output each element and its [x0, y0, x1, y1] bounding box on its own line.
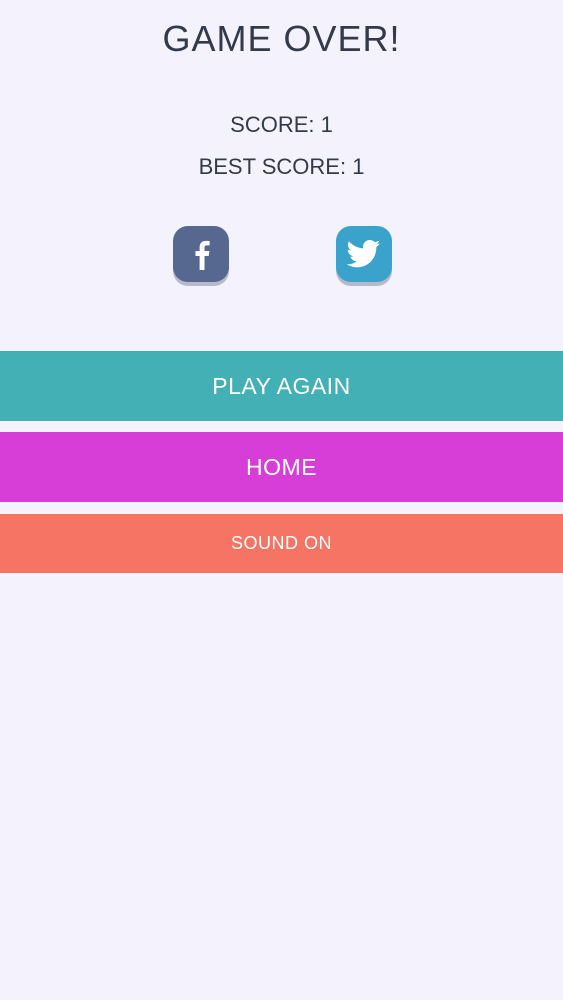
- facebook-share-button[interactable]: [173, 226, 229, 282]
- current-score: SCORE: 1: [230, 112, 333, 137]
- sound-toggle-button[interactable]: SOUND ON: [0, 514, 563, 573]
- best-score: BEST SCORE: 1: [198, 154, 365, 179]
- game-over-title: GAME OVER!: [162, 18, 401, 59]
- play-again-button[interactable]: PLAY AGAIN: [0, 351, 563, 421]
- home-button[interactable]: HOME: [0, 432, 563, 502]
- twitter-icon: [347, 239, 381, 268]
- facebook-icon: [195, 240, 210, 270]
- twitter-share-button[interactable]: [336, 226, 392, 282]
